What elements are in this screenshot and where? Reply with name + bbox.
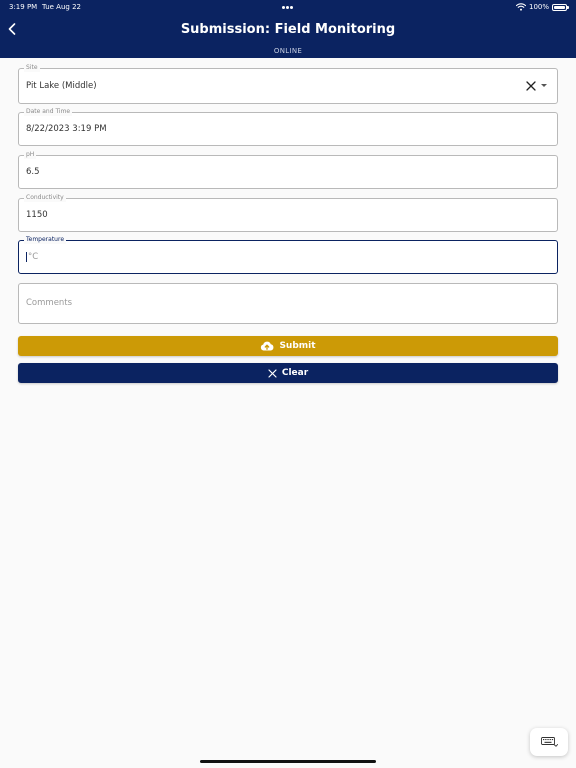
wifi-icon [515, 3, 526, 11]
dropdown-arrow-icon[interactable] [541, 84, 547, 87]
status-time: 3:19 PM [9, 3, 38, 11]
date-time-label: Date and Time [24, 108, 73, 116]
keyboard-icon [540, 737, 558, 747]
date-time-value: 8/22/2023 3:19 PM [26, 124, 107, 134]
keyboard-toggle-button[interactable] [530, 728, 568, 756]
comments-placeholder: Comments [26, 298, 73, 308]
battery-icon [552, 3, 569, 11]
status-right: 100% [515, 0, 569, 14]
text-caret [26, 252, 27, 262]
temperature-placeholder: °C [28, 252, 39, 262]
app-header: 3:19 PM Tue Aug 22 100% Submission: Fiel… [0, 0, 576, 58]
status-date: Tue Aug 22 [42, 3, 81, 11]
battery-fill [554, 5, 565, 9]
conductivity-label: Conductivity [24, 194, 66, 202]
connection-status: ONLINE [273, 47, 303, 55]
multitasking-dots-icon[interactable] [282, 6, 296, 9]
clear-label: Clear [281, 368, 309, 378]
close-icon [268, 368, 277, 378]
temperature-label: Temperature [24, 236, 67, 244]
site-select[interactable]: Site Pit Lake (Middle) [18, 64, 558, 104]
conductivity-value: 1150 [26, 210, 48, 220]
ph-label: pH [24, 151, 37, 159]
cloud-upload-icon [260, 341, 274, 351]
date-time-field[interactable]: Date and Time 8/22/2023 3:19 PM [18, 108, 558, 146]
conductivity-field[interactable]: Conductivity 1150 [18, 194, 558, 232]
home-indicator[interactable] [200, 760, 376, 763]
battery-percentage: 100% [528, 3, 549, 11]
temperature-field[interactable]: Temperature °C [18, 236, 558, 274]
clear-site-icon[interactable] [526, 81, 536, 91]
comments-field[interactable]: Comments [18, 283, 558, 324]
page-title: Submission: Field Monitoring [180, 22, 396, 37]
submit-button[interactable]: Submit [18, 336, 558, 356]
ph-field[interactable]: pH 6.5 [18, 151, 558, 189]
site-label: Site [24, 64, 40, 72]
status-bar: 3:19 PM Tue Aug 22 100% [0, 0, 576, 14]
clear-button[interactable]: Clear [18, 363, 558, 383]
ph-value: 6.5 [26, 167, 40, 177]
site-value: Pit Lake (Middle) [26, 81, 97, 91]
submit-label: Submit [279, 341, 316, 351]
